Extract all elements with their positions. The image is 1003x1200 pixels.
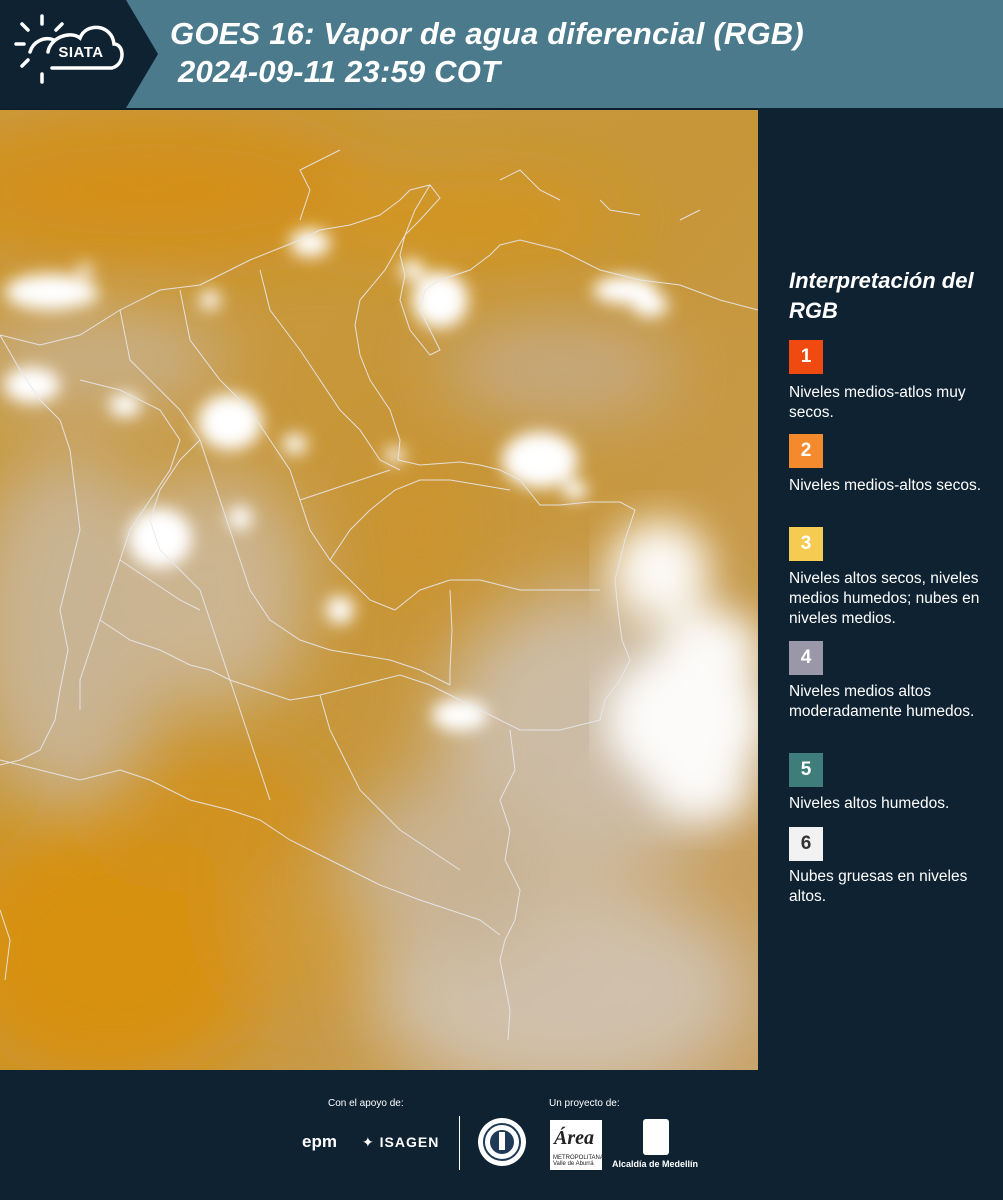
- siata-logo-text: SIATA: [58, 44, 104, 61]
- legend-label-5: Niveles altos humedos.: [789, 795, 950, 812]
- legend-panel: Interpretación del RGB 1 Niveles medios-…: [758, 108, 1003, 1070]
- legend-swatch-4: 4: [789, 641, 823, 675]
- legend-number-1: 1: [800, 346, 812, 367]
- area-logo-text: Área: [554, 1127, 594, 1149]
- page-timestamp: 2024-09-11 23:59 COT: [178, 54, 501, 89]
- alcaldia-label: Alcaldía de Medellín: [612, 1159, 699, 1169]
- project-label: Un proyecto de:: [549, 1098, 620, 1109]
- area-metropolitana-logo[interactable]: Área METROPOLITANA Valle de Aburrá: [550, 1120, 604, 1170]
- legend-swatch-6: 6: [789, 827, 823, 861]
- alcaldia-shield-icon[interactable]: [643, 1119, 669, 1155]
- legend-label-3: Niveles altos secos, niveles medios hume…: [789, 570, 980, 627]
- legend-number-2: 2: [800, 440, 812, 461]
- footer-divider: [459, 1116, 460, 1170]
- legend-number-3: 3: [800, 533, 812, 554]
- isagen-logo[interactable]: ✦ ISAGEN: [362, 1134, 439, 1151]
- legend-number-6: 6: [800, 833, 812, 854]
- satellite-map[interactable]: [0, 110, 758, 1070]
- page-title: GOES 16: Vapor de agua diferencial (RGB): [170, 16, 804, 51]
- water-vapor-rgb-image: [0, 110, 758, 1070]
- legend-swatch-2: 2: [789, 434, 823, 468]
- isagen-star-icon: ✦: [362, 1134, 375, 1150]
- legend-number-5: 5: [800, 759, 812, 780]
- legend-swatch-1: 1: [789, 340, 823, 374]
- siata-logo[interactable]: SIATA: [0, 0, 158, 108]
- legend-label-6: Nubes gruesas en niveles altos.: [789, 868, 968, 905]
- legend-swatch-5: 5: [789, 753, 823, 787]
- legend-swatch-3: 3: [789, 527, 823, 561]
- medellin-seal-icon[interactable]: [477, 1117, 527, 1167]
- isagen-logo-text: ISAGEN: [379, 1134, 440, 1150]
- legend-label-2: Niveles medios-altos secos.: [789, 477, 982, 494]
- legend-number-4: 4: [800, 647, 812, 668]
- legend-label-4: Niveles medios altos moderadamente humed…: [789, 683, 975, 720]
- support-label: Con el apoyo de:: [328, 1098, 404, 1109]
- epm-logo[interactable]: epm: [302, 1132, 337, 1152]
- area-logo-subtext: METROPOLITANA Valle de Aburrá: [553, 1155, 604, 1167]
- legend-title: Interpretación del RGB: [789, 268, 974, 323]
- header-bar: SIATA GOES 16: Vapor de agua diferencial…: [0, 0, 1003, 108]
- footer-bar: Con el apoyo de: Un proyecto de: epm ✦ I…: [0, 1070, 1003, 1200]
- legend-label-1: Niveles medios-atlos muy secos.: [789, 384, 966, 421]
